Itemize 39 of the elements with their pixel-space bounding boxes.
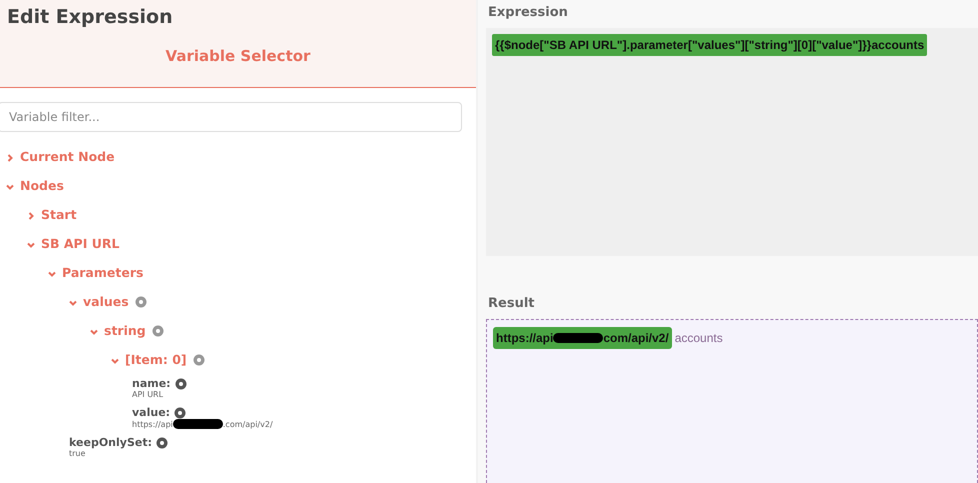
tree-item[interactable]: SB API URL	[41, 236, 120, 251]
tree-item[interactable]: [Item: 0]	[125, 352, 187, 367]
expression-text: {{$node["SB API URL"].parameter["values"]["string"][0]["value"]}}accounts	[492, 34, 928, 56]
result-text: accounts	[674, 331, 723, 345]
tree-item[interactable]: values	[83, 294, 129, 309]
section-label: Expression	[488, 5, 569, 20]
tree-item[interactable]: Nodes	[20, 178, 64, 193]
chevron-down-icon[interactable]	[27, 241, 35, 249]
panel-heading: Variable Selector	[164, 47, 312, 65]
circle-dot-icon[interactable]	[192, 354, 205, 366]
chevron-down-icon[interactable]	[111, 357, 119, 365]
circle-dot-icon[interactable]	[156, 436, 168, 448]
redaction-mark	[553, 333, 604, 343]
dialog-title: Edit Expression	[7, 6, 174, 28]
chevron-down-icon[interactable]	[90, 328, 98, 336]
property-value: API URL	[132, 390, 164, 399]
circle-dot-icon[interactable]	[174, 406, 186, 418]
property-key: name:	[132, 377, 171, 390]
tree-item[interactable]: string	[104, 323, 146, 338]
section-label: Result	[488, 296, 536, 311]
property-value: https://api .com/api/v2/	[132, 419, 274, 429]
chevron-down-icon[interactable]	[6, 183, 14, 191]
circle-dot-icon[interactable]	[174, 378, 187, 390]
circle-dot-icon[interactable]	[134, 296, 147, 308]
tree-item[interactable]: Current Node	[20, 149, 115, 164]
tree-item[interactable]: Parameters	[62, 265, 144, 280]
expression-editor[interactable]: {{$node["SB API URL"].parameter["values"]["string"][0]["value"]}}accounts	[486, 28, 978, 256]
circle-dot-icon[interactable]	[152, 324, 164, 336]
chevron-down-icon[interactable]	[69, 299, 77, 307]
tree-item[interactable]: Start	[41, 207, 77, 222]
filter-field[interactable]: Variable filter...	[0, 102, 462, 132]
property-value: true	[69, 449, 86, 458]
chevron-right-icon[interactable]	[27, 212, 35, 220]
chevron-down-icon[interactable]	[48, 270, 56, 278]
redaction-mark	[172, 419, 223, 429]
chevron-right-icon[interactable]	[6, 154, 14, 162]
property-key: value:	[132, 406, 170, 419]
resolved-value: https://api com/api/v2/	[493, 327, 672, 349]
property-key: keepOnlySet:	[69, 436, 152, 449]
